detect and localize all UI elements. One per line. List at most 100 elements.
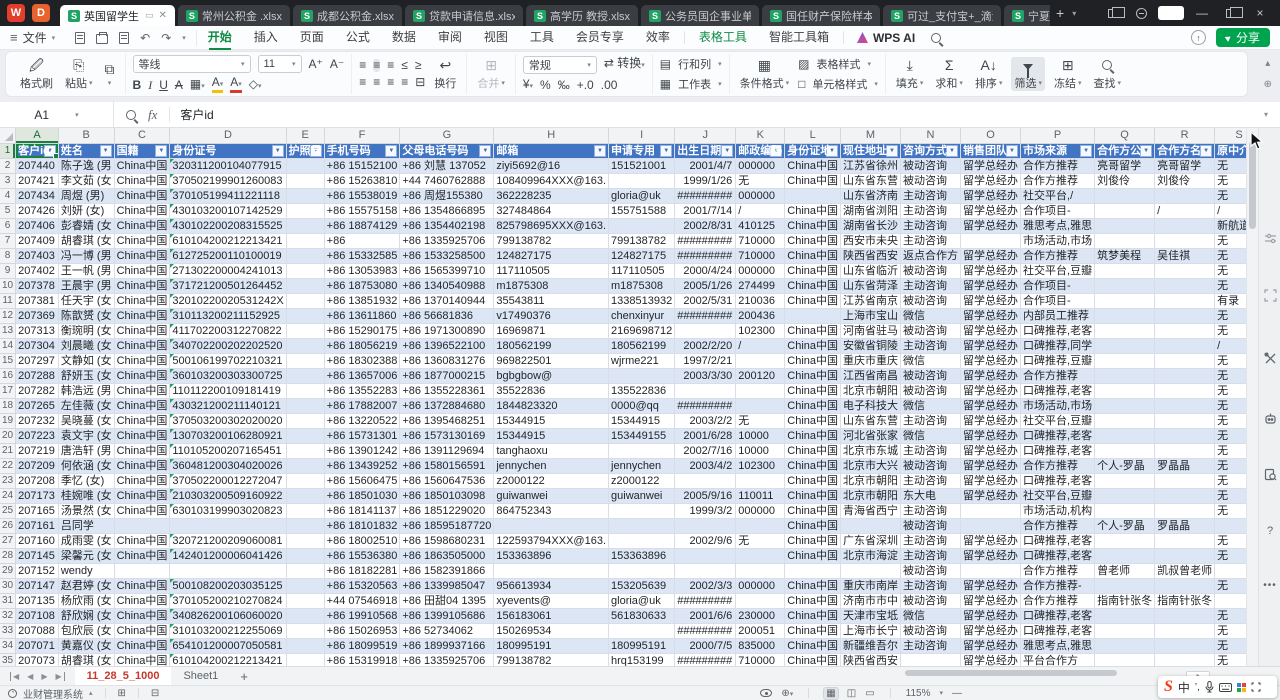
cell-K25[interactable]: 000000: [736, 503, 785, 518]
cell-P32[interactable]: 口碑推荐,老客: [1021, 608, 1095, 623]
cell-I27[interactable]: [609, 533, 675, 548]
cell-E19[interactable]: [286, 413, 324, 428]
cell-Q35[interactable]: [1095, 653, 1155, 666]
cell-M2[interactable]: 江苏省徐州: [841, 158, 901, 173]
cell-S13[interactable]: 无: [1215, 323, 1246, 338]
column-header-R[interactable]: R: [1155, 128, 1215, 143]
cell-C23[interactable]: China中国: [114, 473, 170, 488]
cell-H34[interactable]: 180995191: [494, 638, 609, 653]
cell-J30[interactable]: 2002/3/3: [675, 578, 736, 593]
cell-H18[interactable]: 1844823320: [494, 398, 609, 413]
cell-J17[interactable]: [675, 383, 736, 398]
row-header-35[interactable]: 35: [0, 653, 16, 666]
cell-E31[interactable]: [286, 593, 324, 608]
cell-L12[interactable]: [785, 308, 841, 323]
cell-J35[interactable]: #########: [675, 653, 736, 666]
decrease-font-icon[interactable]: A⁻: [330, 58, 344, 71]
cell-Q4[interactable]: [1095, 188, 1155, 203]
cell-M10[interactable]: 山东省菏泽: [841, 278, 901, 293]
font-size-select[interactable]: 11▾: [258, 55, 302, 73]
cell-J13[interactable]: [675, 323, 736, 338]
cell-O28[interactable]: 留学总经办: [961, 548, 1021, 563]
cell-B19[interactable]: 吴晓蔓 (女: [58, 413, 114, 428]
cell-E18[interactable]: [286, 398, 324, 413]
cell-P11[interactable]: 合作项目-: [1021, 293, 1095, 308]
cell-H7[interactable]: 799138782: [494, 233, 609, 248]
cell-L30[interactable]: China中国: [785, 578, 841, 593]
cell-O19[interactable]: 留学总经办: [961, 413, 1021, 428]
cell-M25[interactable]: 青海省西宁: [841, 503, 901, 518]
decrease-indent-icon[interactable]: ≤: [401, 59, 408, 72]
cell-R14[interactable]: [1155, 338, 1215, 353]
cell-K2[interactable]: 000000: [736, 158, 785, 173]
split-screen-icon[interactable]: [1102, 5, 1124, 21]
cell-I17[interactable]: 135522836: [609, 383, 675, 398]
row-header-29[interactable]: 29: [0, 563, 16, 578]
cell-J27[interactable]: 2002/9/6: [675, 533, 736, 548]
cell-D5[interactable]: 430103200107142529: [170, 203, 286, 218]
cell-I1[interactable]: ▼申请专用: [609, 143, 675, 158]
cell-B24[interactable]: 桂婉唯 (女: [58, 488, 114, 503]
cell-K31[interactable]: [736, 593, 785, 608]
cell-L8[interactable]: China中国: [785, 248, 841, 263]
cell-M18[interactable]: 电子科技大: [841, 398, 901, 413]
cell-L28[interactable]: China中国: [785, 548, 841, 563]
cell-Q25[interactable]: [1095, 503, 1155, 518]
cell-G27[interactable]: +86 1598680231: [400, 533, 494, 548]
cell-R13[interactable]: [1155, 323, 1215, 338]
cell-I23[interactable]: z2000122: [609, 473, 675, 488]
cell-S6[interactable]: 新航道: [1215, 218, 1246, 233]
cell-O18[interactable]: 留学总经办: [961, 398, 1021, 413]
cell-S24[interactable]: 无: [1215, 488, 1246, 503]
cell-Q11[interactable]: [1095, 293, 1155, 308]
row-header-6[interactable]: 6: [0, 218, 16, 233]
cell-N32[interactable]: 微信: [901, 608, 961, 623]
chevron-down-icon[interactable]: ▾: [182, 34, 186, 42]
cell-I28[interactable]: 153363896: [609, 548, 675, 563]
font-name-select[interactable]: 等线▾: [133, 55, 251, 73]
cell-G4[interactable]: +86 周煜155380: [400, 188, 494, 203]
cell-P25[interactable]: 市场活动,机构: [1021, 503, 1095, 518]
cell-Q17[interactable]: [1095, 383, 1155, 398]
column-header-I[interactable]: I: [609, 128, 675, 143]
cell-S33[interactable]: 无: [1215, 623, 1246, 638]
cell-J23[interactable]: [675, 473, 736, 488]
cell-O3[interactable]: 留学总经办: [961, 173, 1021, 188]
cell-D15[interactable]: 500106199702210321: [170, 353, 286, 368]
cell-B9[interactable]: 王一帆 (男: [58, 263, 114, 278]
cell-H27[interactable]: 122593794XXX@163.: [494, 533, 609, 548]
cell-O10[interactable]: 留学总经办: [961, 278, 1021, 293]
cell-D28[interactable]: 142401200006041426: [170, 548, 286, 563]
cell-J31[interactable]: #########: [675, 593, 736, 608]
cell-O32[interactable]: 留学总经办: [961, 608, 1021, 623]
worksheet-button[interactable]: ▦工作表▾: [660, 76, 722, 92]
cell-E23[interactable]: [286, 473, 324, 488]
column-header-D[interactable]: D: [170, 128, 286, 143]
align-middle-icon[interactable]: ≡: [373, 59, 380, 72]
cell-F21[interactable]: +86 13901242: [324, 443, 400, 458]
cell-Q19[interactable]: [1095, 413, 1155, 428]
cell-M15[interactable]: 重庆市重庆: [841, 353, 901, 368]
sheet-tab-11_28_5_1000[interactable]: 11_28_5_1000: [75, 667, 172, 686]
cell-J29[interactable]: [675, 563, 736, 578]
cell-K7[interactable]: 710000: [736, 233, 785, 248]
row-header-24[interactable]: 24: [0, 488, 16, 503]
cell-S28[interactable]: 无: [1215, 548, 1246, 563]
cell-O35[interactable]: 留学总经办: [961, 653, 1021, 666]
cell-S14[interactable]: /: [1215, 338, 1246, 353]
cell-N21[interactable]: 主动咨询: [901, 443, 961, 458]
cell-E16[interactable]: [286, 368, 324, 383]
cell-Q20[interactable]: [1095, 428, 1155, 443]
cell-J11[interactable]: 2002/5/31: [675, 293, 736, 308]
cell-D35[interactable]: 610104200212213421: [170, 653, 286, 666]
cell-N11[interactable]: 被动咨询: [901, 293, 961, 308]
cell-G26[interactable]: +86 18595187720: [400, 518, 494, 533]
cell-E26[interactable]: [286, 518, 324, 533]
bold-button[interactable]: B: [133, 79, 142, 92]
cell-E1[interactable]: ▼护照号: [286, 143, 324, 158]
cell-Q3[interactable]: 刘俊伶: [1095, 173, 1155, 188]
cell-C5[interactable]: China中国: [114, 203, 170, 218]
cell-P17[interactable]: 口碑推荐,老客: [1021, 383, 1095, 398]
row-header-20[interactable]: 20: [0, 428, 16, 443]
column-header-S[interactable]: S: [1215, 128, 1246, 143]
